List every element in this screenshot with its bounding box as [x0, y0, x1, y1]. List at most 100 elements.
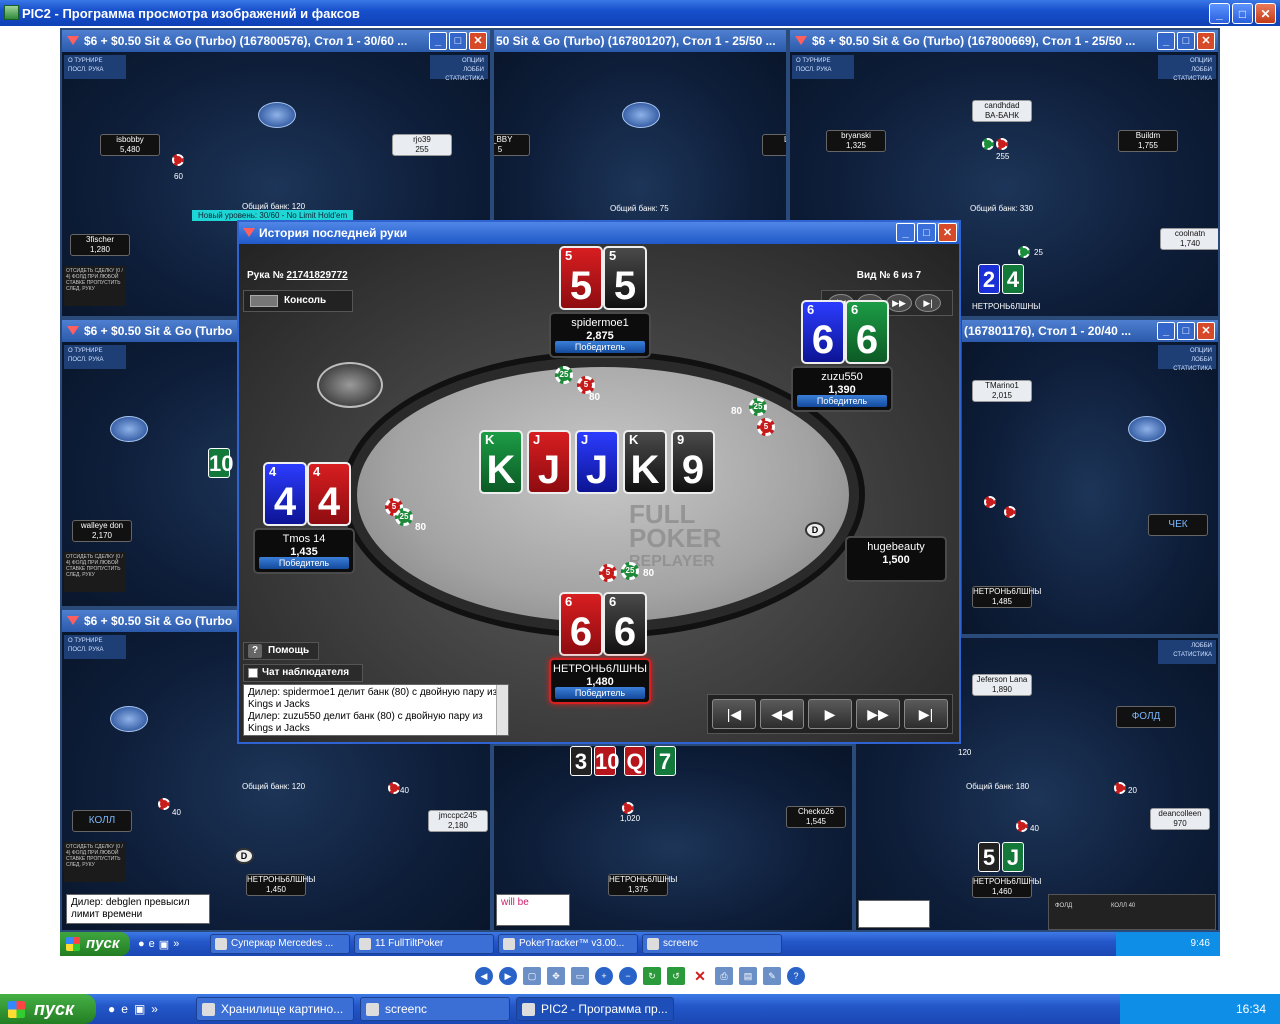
options-tab[interactable]: ОПЦИИ ЛОББИ СТАТИСТИКА	[430, 55, 488, 82]
app-icon[interactable]: ▣	[159, 938, 169, 951]
table-2-titlebar[interactable]: 50 Sit & Go (Turbo) (167801207), Стол 1 …	[494, 30, 786, 52]
options-tab[interactable]: ОПЦИИ ЛОББИ СТАТИСТИКА	[1158, 55, 1216, 82]
checkbox-icon[interactable]	[248, 668, 258, 678]
last-hand-button[interactable]: ▶|	[915, 294, 941, 312]
options-tab[interactable]: ОПЦИИ ЛОББИ СТАТИСТИКА	[1158, 345, 1216, 372]
expand-icon[interactable]: »	[151, 1002, 158, 1016]
bet-chip	[1016, 820, 1028, 832]
ie-icon[interactable]: e	[121, 1002, 128, 1016]
ie-icon[interactable]: e	[149, 938, 155, 951]
bet-amount: 60	[174, 172, 183, 181]
app-icon[interactable]: ▣	[134, 1002, 145, 1016]
bet-amount: 40	[400, 786, 409, 795]
sit-out-options[interactable]: ОТСИДЕТЬ СДЕЛКУ (0 / 4) ФОЛД ПРИ ЛЮБОЙ С…	[64, 552, 126, 592]
opera-icon[interactable]: ●	[108, 1002, 115, 1016]
edit-icon[interactable]: ✎	[763, 967, 781, 985]
table-chat-log[interactable]: Дилер: debglen превысил лимит времени	[66, 894, 210, 924]
table-minimize-button[interactable]: _	[429, 32, 447, 50]
table-close-button[interactable]: ✕	[1197, 32, 1215, 50]
inner-task-item[interactable]: 11 FullTiltPoker	[354, 934, 494, 954]
chat-line: Дилер: zuzu550 делит банк (80) с двойную…	[248, 711, 483, 734]
chat-scrollbar[interactable]	[496, 685, 508, 735]
inner-start-button[interactable]: пуск	[60, 932, 130, 956]
bet-chip: 5	[757, 418, 775, 436]
player-name: candhdad	[984, 101, 1020, 110]
console-button[interactable]: Консоль	[243, 290, 353, 312]
table-3-titlebar[interactable]: $6 + $0.50 Sit & Go (Turbo) (167800669),…	[790, 30, 1218, 52]
bet-chip: 5	[599, 564, 617, 582]
tab-label: ПОСЛ. РУКА	[68, 647, 104, 653]
slideshow-icon[interactable]: ▭	[571, 967, 589, 985]
tourney-tab[interactable]: О ТУРНИРЕ ПОСЛ. РУКА	[792, 55, 854, 79]
history-minimize-button[interactable]: _	[896, 223, 915, 242]
hand-history-window[interactable]: История последней руки _ □ ✕ FULL POKER REPL…	[237, 220, 961, 744]
expand-icon[interactable]: »	[173, 938, 179, 951]
table-minimize-button[interactable]: _	[1157, 322, 1175, 340]
sit-out-options[interactable]: ОТСИДЕТЬ СДЕЛКУ (0 / 4) ФОЛД ПРИ ЛЮБОЙ С…	[64, 842, 126, 882]
task-item[interactable]: Хранилище картино...	[196, 997, 354, 1021]
table-5-titlebar[interactable]: (167801176), Стол 1 - 20/40 ... _ □ ✕	[962, 320, 1218, 342]
bet-chip	[1018, 246, 1030, 258]
tourney-tab[interactable]: О ТУРНИРЕ ПОСЛ. РУКА	[64, 55, 126, 79]
replay-forward-button[interactable]: ▶▶	[856, 699, 900, 729]
viewer-titlebar[interactable]: PIC2 - Программа просмотра изображений и…	[0, 0, 1280, 26]
maximize-button[interactable]: □	[1232, 3, 1253, 24]
actual-size-icon[interactable]: ✥	[547, 967, 565, 985]
history-close-button[interactable]: ✕	[938, 223, 957, 242]
poker-table-5[interactable]: (167801176), Стол 1 - 20/40 ... _ □ ✕ ОПЦИ…	[960, 318, 1220, 636]
tab-label: ОПЦИИ	[1189, 58, 1212, 64]
rotate-ccw-icon[interactable]: ↺	[667, 967, 685, 985]
rotate-cw-icon[interactable]: ↻	[643, 967, 661, 985]
table-close-button[interactable]: ✕	[1197, 322, 1215, 340]
start-button[interactable]: пуск	[0, 994, 96, 1024]
table-maximize-button[interactable]: □	[1177, 32, 1195, 50]
inner-task-item[interactable]: PokerTracker™ v3.00...	[498, 934, 638, 954]
table-maximize-button[interactable]: □	[1177, 322, 1195, 340]
sit-out-options[interactable]: ОТСИДЕТЬ СДЕЛКУ (0 / 4) ФОЛД ПРИ ЛЮБОЙ С…	[64, 266, 126, 306]
close-button[interactable]: ✕	[1255, 3, 1276, 24]
delete-icon[interactable]: ✕	[691, 967, 709, 985]
replay-play-button[interactable]: ▶	[808, 699, 852, 729]
table-chat-log[interactable]	[858, 900, 930, 928]
opera-icon	[215, 938, 227, 950]
table-1-titlebar[interactable]: $6 + $0.50 Sit & Go (Turbo) (167800576),…	[62, 30, 490, 52]
next-hand-button[interactable]: ▶▶	[886, 294, 912, 312]
replay-first-button[interactable]: |◀	[712, 699, 756, 729]
help-button[interactable]: ? Помощь	[243, 642, 319, 660]
task-item[interactable]: screenc	[360, 997, 510, 1021]
observer-chat-toggle[interactable]: Чат наблюдателя	[243, 664, 363, 682]
bet-chip: 25	[749, 398, 767, 416]
opera-icon[interactable]: ●	[138, 938, 145, 951]
call-checkbox-label[interactable]: КОЛЛ 40	[1111, 903, 1135, 909]
table-maximize-button[interactable]: □	[449, 32, 467, 50]
previous-image-icon[interactable]: ◀	[475, 967, 493, 985]
best-fit-icon[interactable]: ▢	[523, 967, 541, 985]
replay-last-button[interactable]: ▶|	[904, 699, 948, 729]
player-name: hugebeauty	[867, 541, 925, 553]
options-tab[interactable]: ЛОББИ СТАТИСТИКА	[1158, 640, 1216, 664]
history-maximize-button[interactable]: □	[917, 223, 936, 242]
player-name: jmccpc245	[438, 811, 478, 820]
zoom-out-icon[interactable]: −	[619, 967, 637, 985]
table-chat-log[interactable]: will be	[496, 894, 570, 926]
history-chat-log[interactable]: Дилер: spidermoe1 делит банк (80) с двой…	[243, 684, 509, 736]
inner-task-item[interactable]: Суперкар Mercedes ...	[210, 934, 350, 954]
tourney-tab[interactable]: О ТУРНИРЕ ПОСЛ. РУКА	[64, 345, 126, 369]
replay-rewind-button[interactable]: ◀◀	[760, 699, 804, 729]
help-icon[interactable]: ?	[787, 967, 805, 985]
next-image-icon[interactable]: ▶	[499, 967, 517, 985]
zoom-in-icon[interactable]: +	[595, 967, 613, 985]
poker-table-7[interactable]: 3 10 Q 7 1,020 Checko26 1,545 НЕТРОНЬ6ЛШН…	[492, 744, 854, 932]
hand-number-link[interactable]: 21741829772	[287, 270, 348, 281]
print-icon[interactable]: ⎙	[715, 967, 733, 985]
inner-task-item[interactable]: screenc	[642, 934, 782, 954]
minimize-button[interactable]: _	[1209, 3, 1230, 24]
task-item-active[interactable]: PIC2 - Программа пр...	[516, 997, 674, 1021]
fold-checkbox-label[interactable]: ФОЛД	[1055, 903, 1072, 909]
save-icon[interactable]: ▤	[739, 967, 757, 985]
tourney-tab[interactable]: О ТУРНИРЕ ПОСЛ. РУКА	[64, 635, 126, 659]
table-minimize-button[interactable]: _	[1157, 32, 1175, 50]
table-close-button[interactable]: ✕	[469, 32, 487, 50]
player-stack: 1,755	[1137, 141, 1159, 150]
history-titlebar[interactable]: История последней руки _ □ ✕	[239, 222, 959, 244]
